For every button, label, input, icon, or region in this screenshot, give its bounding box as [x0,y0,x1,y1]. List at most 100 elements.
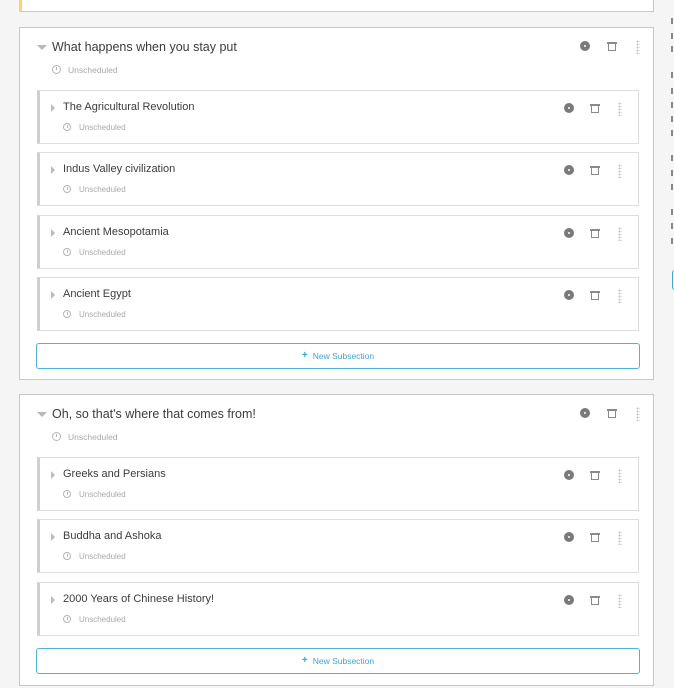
clock-icon [63,490,71,498]
subsection-card[interactable]: Ancient Mesopotamia Unscheduled [37,215,639,269]
clock-icon [63,615,71,623]
section-status: Unscheduled [52,65,118,75]
trash-icon[interactable] [590,166,600,175]
trash-icon[interactable] [590,596,600,605]
new-subsection-button[interactable]: + New Subsection [36,648,640,674]
sidebar-text-fragment [671,88,673,94]
previous-section-card [19,0,654,12]
status-label: Unscheduled [79,248,126,257]
gear-icon[interactable] [564,532,574,542]
subsection-title[interactable]: 2000 Years of Chinese History! [63,593,214,605]
clock-icon [63,123,71,131]
subsection-status: Unscheduled [63,552,126,561]
clock-icon [63,185,71,193]
drag-handle-icon[interactable] [618,102,622,116]
caret-down-icon[interactable] [37,45,47,50]
trash-icon[interactable] [590,471,600,480]
caret-right-icon[interactable] [51,229,55,237]
drag-handle-icon[interactable] [618,227,622,241]
sidebar-text-fragment [671,72,673,78]
status-label: Unscheduled [68,65,118,75]
sidebar-text-fragment [671,155,673,161]
caret-right-icon[interactable] [51,166,55,174]
gear-icon[interactable] [564,290,574,300]
subsection-status: Unscheduled [63,615,126,624]
status-label: Unscheduled [79,490,126,499]
new-subsection-label: New Subsection [312,656,375,666]
sidebar-text-fragment [671,223,673,229]
plus-icon: + [301,350,308,361]
gear-icon[interactable] [564,595,574,605]
trash-icon[interactable] [607,42,617,51]
status-label: Unscheduled [68,432,118,442]
sidebar-text-fragment [671,209,673,215]
gear-icon[interactable] [580,408,590,418]
trash-icon[interactable] [607,409,617,418]
caret-down-icon[interactable] [37,412,47,417]
drag-handle-icon[interactable] [618,469,622,483]
sidebar-text-fragment [671,33,673,39]
sidebar-text-fragment [671,184,673,190]
subsection-card[interactable]: Indus Valley civilization Unscheduled [37,152,639,206]
sidebar-text-fragment [671,18,673,24]
section-title[interactable]: What happens when you stay put [52,40,237,54]
caret-right-icon[interactable] [51,291,55,299]
gear-icon[interactable] [564,228,574,238]
subsection-card[interactable]: The Agricultural Revolution Unscheduled [37,90,639,144]
trash-icon[interactable] [590,229,600,238]
section-card: Oh, so that's where that comes from! Uns… [19,394,654,686]
sidebar-text-fragment [671,102,673,108]
drag-handle-icon[interactable] [618,289,622,303]
subsection-card[interactable]: 2000 Years of Chinese History! Unschedul… [37,582,639,636]
subsection-title[interactable]: Ancient Mesopotamia [63,226,169,238]
sidebar-text-fragment [671,170,673,176]
sidebar-text-fragment [671,46,673,52]
caret-right-icon[interactable] [51,471,55,479]
subsection-status: Unscheduled [63,310,126,319]
status-label: Unscheduled [79,310,126,319]
gear-icon[interactable] [564,470,574,480]
sidebar-edge [666,0,674,688]
trash-icon[interactable] [590,104,600,113]
subsection-title[interactable]: Buddha and Ashoka [63,530,161,542]
drag-handle-icon[interactable] [618,164,622,178]
new-subsection-button[interactable]: + New Subsection [36,343,640,369]
plus-icon: + [301,655,308,666]
subsection-card[interactable]: Ancient Egypt Unscheduled [37,277,639,331]
section-status: Unscheduled [52,432,118,442]
trash-icon[interactable] [590,291,600,300]
gear-icon[interactable] [580,41,590,51]
subsection-status: Unscheduled [63,248,126,257]
caret-right-icon[interactable] [51,104,55,112]
caret-right-icon[interactable] [51,533,55,541]
drag-handle-icon[interactable] [636,40,640,54]
drag-handle-icon[interactable] [618,594,622,608]
sidebar-text-fragment [671,130,673,136]
status-label: Unscheduled [79,185,126,194]
section-title[interactable]: Oh, so that's where that comes from! [52,407,256,421]
subsection-title[interactable]: Indus Valley civilization [63,163,175,175]
subsection-title[interactable]: The Agricultural Revolution [63,101,194,113]
sidebar-text-fragment [671,116,673,122]
drag-handle-icon[interactable] [636,407,640,421]
subsection-card[interactable]: Greeks and Persians Unscheduled [37,457,639,511]
status-label: Unscheduled [79,123,126,132]
status-label: Unscheduled [79,615,126,624]
trash-icon[interactable] [590,533,600,542]
clock-icon [63,248,71,256]
drag-handle-icon[interactable] [618,531,622,545]
subsection-card[interactable]: Buddha and Ashoka Unscheduled [37,519,639,573]
clock-icon [63,552,71,560]
status-label: Unscheduled [79,552,126,561]
gear-icon[interactable] [564,165,574,175]
sidebar-text-fragment [671,238,673,244]
clock-icon [52,432,61,441]
gear-icon[interactable] [564,103,574,113]
new-subsection-label: New Subsection [312,351,375,361]
subsection-status: Unscheduled [63,490,126,499]
subsection-title[interactable]: Ancient Egypt [63,288,131,300]
clock-icon [63,310,71,318]
subsection-title[interactable]: Greeks and Persians [63,468,166,480]
caret-right-icon[interactable] [51,596,55,604]
subsection-status: Unscheduled [63,185,126,194]
